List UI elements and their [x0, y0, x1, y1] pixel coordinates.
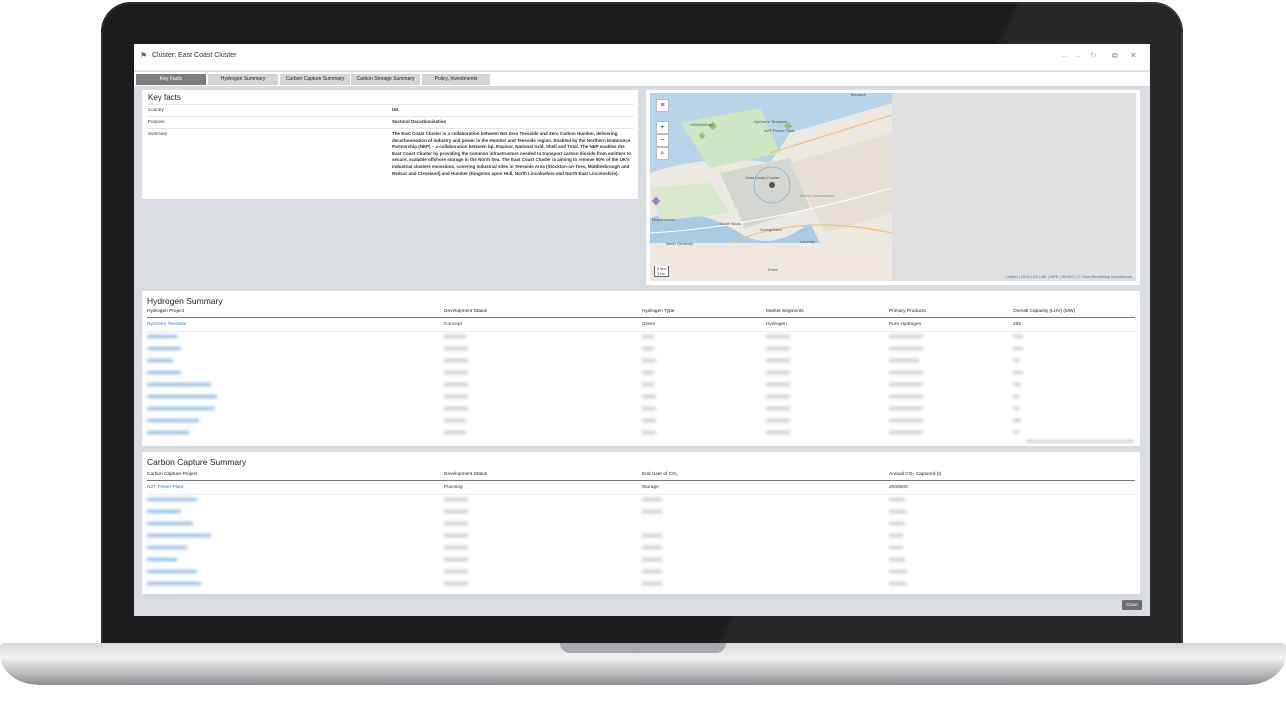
laptop-notch: [560, 643, 726, 653]
forward-icon[interactable]: →: [1074, 51, 1082, 60]
layers-icon[interactable]: ≡: [656, 99, 669, 112]
map-attribution[interactable]: Leaflet | OGA | DCCAE | NPD | WGEG | © O…: [1006, 274, 1132, 279]
cluster-map[interactable]: H2NorthEast HyGreen Teesside NZT Power P…: [650, 93, 1136, 281]
blurred-table-rows: [147, 335, 1023, 434]
close-button[interactable]: Close: [1122, 600, 1142, 610]
carbon-table-header: Carbon Capture Project Development Statu…: [147, 471, 1135, 481]
col-header[interactable]: Primary Products: [889, 309, 926, 314]
key-facts-panel: Key facts Country UK Purpose Sectoral De…: [142, 90, 638, 199]
svg-text:South Bank: South Bank: [720, 221, 741, 226]
svg-text:East Coast Cluster: East Coast Cluster: [746, 175, 780, 180]
hydrogen-table-header: Hydrogen Project Development Status Hydr…: [147, 308, 1135, 318]
zoom-in-button[interactable]: +: [656, 121, 669, 134]
svg-text:NZT Power Plant: NZT Power Plant: [764, 128, 795, 133]
col-header[interactable]: Development Status: [444, 472, 487, 477]
col-header[interactable]: Annual CO₂ Captured (t): [889, 472, 941, 477]
table-cell: 2000000: [889, 485, 908, 490]
svg-text:Grangetown: Grangetown: [760, 227, 782, 232]
table-cell: Storage: [642, 485, 659, 490]
window-title: Cluster: East Coast Cluster: [152, 52, 237, 59]
col-header[interactable]: End User of CO₂: [642, 472, 678, 477]
table-cell: Green: [642, 322, 656, 327]
col-header[interactable]: Hydrogen Project: [147, 309, 184, 314]
key-fact-label: Purpose: [148, 119, 165, 124]
scale-mi: 1 mi: [657, 271, 665, 276]
search-icon[interactable]: ⌕: [656, 147, 669, 160]
table-cell: Hydrogen: [766, 322, 787, 327]
svg-text:Teesside: Teesside: [850, 93, 867, 97]
table-cell: Planning: [444, 485, 463, 490]
key-fact-row: Country UK: [148, 104, 634, 116]
carbon-capture-summary-section: Carbon Capture Summary Carbon Capture Pr…: [142, 452, 1140, 594]
table-cell: Pure Hydrogen: [889, 322, 922, 327]
cluster-icon: ⚑: [140, 51, 148, 60]
tab-carbon-storage-summary[interactable]: Carbon Storage Summary: [351, 74, 420, 85]
map-unloaded-area: [892, 93, 1136, 281]
key-fact-row: Summary The East Coast Cluster is a coll…: [148, 128, 634, 199]
modal-titlebar: ⚑ Cluster: East Coast Cluster ← → ↻ ⧉ ✕: [134, 44, 1150, 71]
carbon-capture-summary-title: Carbon Capture Summary: [147, 457, 247, 467]
table-cell: 285: [1013, 322, 1022, 327]
svg-text:Lazenby: Lazenby: [800, 239, 815, 244]
tab-bar: Key Facts Hydrogen Summary Carbon Captur…: [134, 72, 1150, 86]
map-panel: H2NorthEast HyGreen Teesside NZT Power P…: [646, 90, 1140, 285]
table-row: NZT Power Plant Planning Storage 2000000: [147, 482, 1135, 495]
map-scale: 2 km 1 mi: [654, 266, 669, 277]
key-fact-label: Country: [148, 107, 164, 112]
table-cell: Concept: [444, 322, 462, 327]
svg-text:North Ormesby: North Ormesby: [666, 241, 693, 246]
blurred-footnote: [1026, 440, 1134, 443]
tab-policy-investments[interactable]: Policy, Investments: [422, 74, 490, 85]
col-header[interactable]: Market Segments: [766, 309, 804, 314]
col-header[interactable]: Overall Capacity (LHV) (MW): [1013, 309, 1075, 314]
tab-key-facts[interactable]: Key Facts: [136, 74, 206, 85]
col-header[interactable]: Development Status: [444, 309, 487, 314]
svg-text:H2NorthEast: H2NorthEast: [690, 122, 714, 127]
svg-text:Middlehaven: Middlehaven: [652, 217, 675, 222]
close-icon[interactable]: ✕: [1130, 51, 1137, 60]
tab-carbon-capture-summary[interactable]: Carbon Capture Summary: [280, 74, 350, 85]
hydrogen-summary-section: Hydrogen Summary Hydrogen Project Develo…: [142, 291, 1140, 446]
refresh-icon[interactable]: ↻: [1090, 51, 1097, 60]
back-icon[interactable]: ←: [1060, 51, 1068, 60]
col-header[interactable]: Hydrogen Type: [642, 309, 674, 314]
popout-icon[interactable]: ⧉: [1112, 51, 1118, 61]
key-fact-value: Sectoral Decarbonisation: [392, 119, 447, 124]
key-fact-value: UK: [392, 107, 399, 112]
key-fact-value: The East Coast Cluster is a collaboratio…: [392, 131, 632, 176]
zoom-out-button[interactable]: −: [656, 134, 669, 147]
blurred-table-rows: [147, 498, 907, 585]
col-header[interactable]: Carbon Capture Project: [147, 472, 197, 477]
project-link[interactable]: NZT Power Plant: [147, 485, 183, 490]
hydrogen-summary-title: Hydrogen Summary: [147, 296, 223, 306]
key-fact-label: Summary: [148, 131, 168, 136]
key-facts-title: Key facts: [148, 93, 181, 102]
tab-hydrogen-summary[interactable]: Hydrogen Summary: [208, 74, 278, 85]
screen: ⚑ Cluster: East Coast Cluster ← → ↻ ⧉ ✕ …: [134, 44, 1150, 616]
svg-text:Wilton International: Wilton International: [800, 193, 834, 198]
table-row: HyGreen Teesside Concept Green Hydrogen …: [147, 319, 1135, 332]
svg-text:Eston: Eston: [768, 267, 778, 272]
project-link[interactable]: HyGreen Teesside: [147, 322, 186, 327]
key-fact-row: Purpose Sectoral Decarbonisation: [148, 116, 634, 128]
svg-text:HyGreen Teesside: HyGreen Teesside: [754, 119, 788, 124]
